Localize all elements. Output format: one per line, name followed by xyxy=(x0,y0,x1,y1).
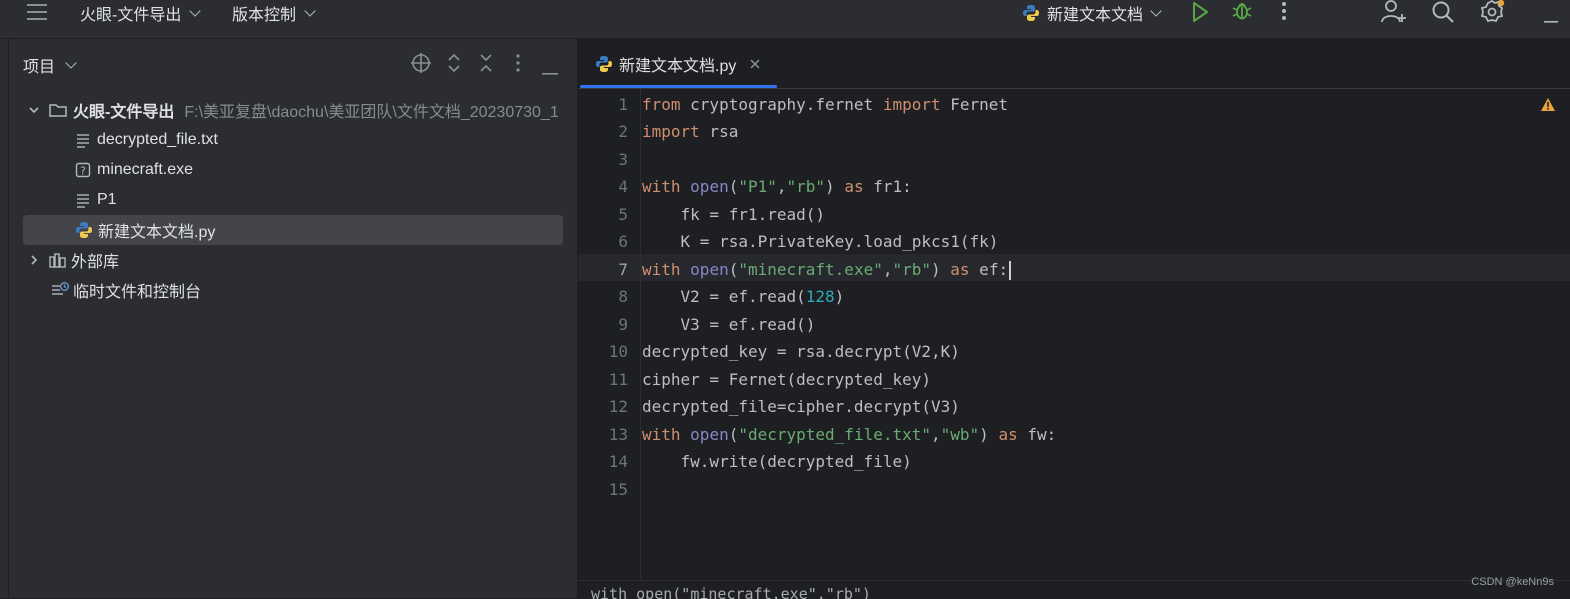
line-number: 4 xyxy=(618,177,628,196)
text-file-icon xyxy=(75,192,91,208)
file-name: minecraft.exe xyxy=(97,161,194,178)
line-number: 8 xyxy=(618,287,628,306)
line-number: 14 xyxy=(608,452,628,471)
minimize-icon[interactable] xyxy=(1544,10,1558,28)
code-line: fk = fr1.read() xyxy=(642,205,826,224)
code-line: with open("P1","rb") as fr1: xyxy=(642,177,912,196)
file-name: P1 xyxy=(97,191,117,208)
active-tab-indicator xyxy=(580,85,777,88)
editor-tab[interactable]: 新建文本文档.py xyxy=(578,39,778,88)
scratches-icon xyxy=(51,282,69,298)
code-line: decrypted_file=cipher.decrypt(V3) xyxy=(642,397,960,416)
text-cursor xyxy=(1009,261,1012,280)
code-line: from cryptography.fernet import Fernet xyxy=(642,95,1009,114)
line-number: 1 xyxy=(618,95,628,114)
vcs-label: 版本控制 xyxy=(232,7,297,24)
chevron-down-icon xyxy=(189,4,202,17)
main-menu-icon[interactable] xyxy=(26,2,48,27)
code-line: K = rsa.PrivateKey.load_pkcs1(fk) xyxy=(642,232,999,251)
chevron-down-icon xyxy=(1150,4,1162,17)
library-icon xyxy=(49,252,67,268)
breadcrumb-bar: with open("minecraft.exe","rb") xyxy=(578,580,1570,599)
line-number: 13 xyxy=(608,425,628,444)
root-folder-name: 火眼-文件导出 xyxy=(73,104,175,121)
line-number: 7 xyxy=(618,260,628,279)
run-config-label: 新建文本文档 xyxy=(1047,7,1144,24)
line-number: 5 xyxy=(618,205,628,224)
settings-icon[interactable] xyxy=(1480,0,1506,29)
title-bar: 火眼-文件导出 版本控制 新建文本文档 xyxy=(0,0,1570,39)
watermark: CSDN @keNn9s xyxy=(1471,576,1554,588)
run-config-selector[interactable]: 新建文本文档 xyxy=(1022,0,1162,26)
unknown-file-icon: ? xyxy=(75,162,91,178)
python-icon xyxy=(1022,4,1040,22)
chevron-down-icon xyxy=(65,56,77,69)
breadcrumb[interactable]: with open("minecraft.exe","rb") xyxy=(591,585,871,599)
line-number: 12 xyxy=(608,397,628,416)
project-panel: 项目 火眼-文件导出 F:\美亚复盘\daochu\美亚团队\文件文档_2023… xyxy=(9,39,578,598)
line-number: 10 xyxy=(608,342,628,361)
tree-file-p1[interactable]: P1 xyxy=(23,185,563,215)
add-user-icon[interactable] xyxy=(1380,0,1408,29)
project-widget[interactable]: 火眼-文件导出 xyxy=(80,0,202,26)
gutter-divider xyxy=(640,89,641,579)
chevron-down-icon[interactable] xyxy=(23,104,45,116)
debug-icon[interactable] xyxy=(1231,0,1253,27)
python-file-icon xyxy=(75,221,93,239)
tool-window-strip xyxy=(0,39,9,598)
code-line: cipher = Fernet(decrypted_key) xyxy=(642,370,931,389)
line-number: 11 xyxy=(608,370,628,389)
text-file-icon xyxy=(75,132,91,148)
tree-scratches[interactable]: 临时文件和控制台 xyxy=(23,275,563,305)
svg-text:?: ? xyxy=(80,165,86,178)
external-libs-label: 外部库 xyxy=(71,254,120,271)
line-number: 3 xyxy=(618,150,628,169)
line-number: 6 xyxy=(618,232,628,251)
line-number: 9 xyxy=(618,315,628,334)
code-line: with open("minecraft.exe","rb") as ef: xyxy=(642,260,1012,280)
root-folder-path: F:\美亚复盘\daochu\美亚团队\文件文档_20230730_1 xyxy=(184,104,559,121)
code-line: fw.write(decrypted_file) xyxy=(642,452,912,471)
chevron-down-icon xyxy=(304,4,316,17)
code-line: decrypted_key = rsa.decrypt(V2,K) xyxy=(642,342,960,361)
project-panel-header[interactable]: 项目 xyxy=(23,53,77,77)
folder-icon xyxy=(49,102,67,118)
tree-file-decrypted-file[interactable]: decrypted_file.txt xyxy=(23,125,563,155)
code-line: V2 = ef.read(128) xyxy=(642,287,845,306)
chevron-right-icon[interactable] xyxy=(23,254,45,266)
tree-file-minecraft[interactable]: ? minecraft.exe xyxy=(23,155,563,185)
editor-area: 新建文本文档.py 1 2 3 4 5 6 7 8 9 10 11 12 13 … xyxy=(578,39,1570,599)
collapse-all-icon[interactable] xyxy=(479,53,493,78)
file-name: 新建文本文档.py xyxy=(98,224,216,241)
search-icon[interactable] xyxy=(1431,0,1455,29)
tree-file-python-script[interactable]: 新建文本文档.py xyxy=(23,215,563,245)
scratches-label: 临时文件和控制台 xyxy=(73,284,202,301)
line-number: 15 xyxy=(608,480,628,499)
tree-external-libraries[interactable]: 外部库 xyxy=(23,245,563,275)
project-name: 火眼-文件导出 xyxy=(80,7,182,24)
code-line: import rsa xyxy=(642,122,739,141)
python-file-icon xyxy=(595,55,613,73)
close-tab-icon[interactable] xyxy=(750,58,760,69)
editor-tab-bar: 新建文本文档.py xyxy=(578,39,1570,89)
vcs-widget[interactable]: 版本控制 xyxy=(232,0,316,26)
run-icon[interactable] xyxy=(1190,1,1210,28)
warning-icon[interactable] xyxy=(1540,97,1556,117)
file-name: decrypted_file.txt xyxy=(97,131,218,148)
line-number: 2 xyxy=(618,122,628,141)
project-panel-title: 项目 xyxy=(23,59,56,76)
options-icon[interactable] xyxy=(515,53,521,78)
more-options-icon[interactable] xyxy=(1280,1,1288,28)
hide-panel-icon[interactable] xyxy=(542,62,558,80)
editor-tab-label: 新建文本文档.py xyxy=(619,57,737,75)
line-number-gutter: 1 2 3 4 5 6 7 8 9 10 11 12 13 14 15 xyxy=(578,89,640,579)
code-line: with open("decrypted_file.txt","wb") as … xyxy=(642,425,1057,444)
code-line: V3 = ef.read() xyxy=(642,315,816,334)
expand-all-icon[interactable] xyxy=(447,53,461,78)
locate-file-icon[interactable] xyxy=(411,53,431,78)
tree-root-folder[interactable]: 火眼-文件导出 F:\美亚复盘\daochu\美亚团队\文件文档_2023073… xyxy=(23,95,563,125)
